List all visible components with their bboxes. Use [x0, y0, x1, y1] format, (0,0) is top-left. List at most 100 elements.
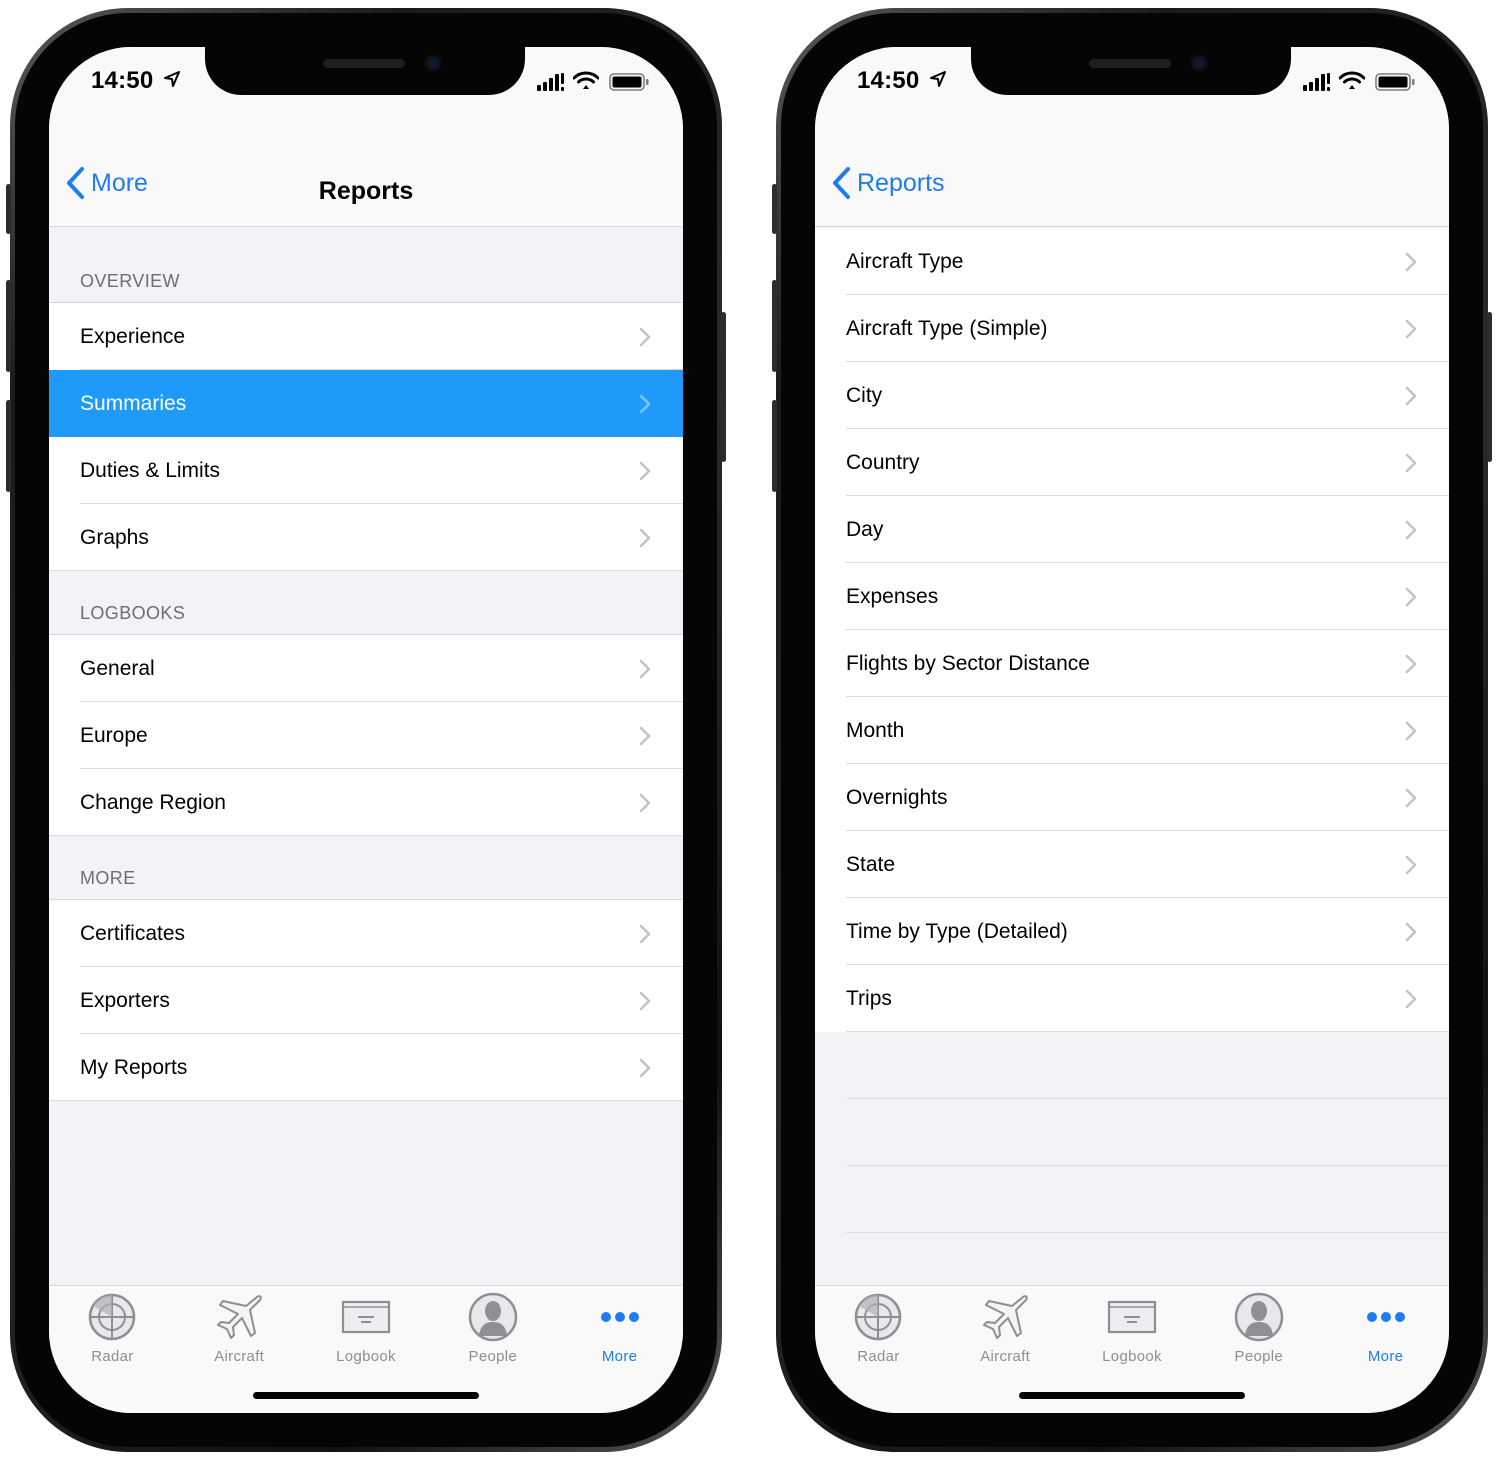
chevron-right-icon	[639, 793, 651, 813]
chevron-right-icon	[639, 659, 651, 679]
chevron-right-icon	[1405, 386, 1417, 406]
chevron-right-icon	[639, 327, 651, 347]
list-item-state[interactable]: State	[815, 831, 1449, 898]
list-item-experience[interactable]: Experience	[49, 303, 683, 370]
chevron-right-icon	[1405, 587, 1417, 607]
power-button	[721, 312, 726, 462]
chevron-right-icon	[1405, 989, 1417, 1009]
tab-label-radar: Radar	[91, 1348, 134, 1365]
notch	[205, 47, 525, 95]
phone-bezel: 14:50 Reports Aircraft Type Aircraft Typ…	[781, 13, 1483, 1447]
home-indicator[interactable]	[1019, 1392, 1245, 1399]
chevron-right-icon	[1405, 654, 1417, 674]
chevron-right-icon	[1405, 319, 1417, 339]
back-button[interactable]: Reports	[831, 161, 945, 205]
more-dots-icon	[1359, 1292, 1413, 1342]
person-icon	[466, 1292, 520, 1342]
list-item-label: Month	[846, 718, 905, 742]
chevron-right-icon	[639, 726, 651, 746]
phone-bezel: 14:50 More Reports OVERVIEW Experience S…	[15, 13, 717, 1447]
radar-icon	[851, 1292, 905, 1342]
list-item-expenses[interactable]: Expenses	[815, 563, 1449, 630]
list-item-label: State	[846, 852, 896, 876]
list-item-graphs[interactable]: Graphs	[49, 504, 683, 571]
battery-icon	[609, 73, 649, 91]
tab-radar[interactable]: Radar	[49, 1286, 176, 1413]
list-item-country[interactable]: Country	[815, 429, 1449, 496]
list-item-label: Europe	[80, 723, 148, 747]
back-button-label: Reports	[857, 168, 945, 197]
list-item-europe[interactable]: Europe	[49, 702, 683, 769]
list-item-label: Overnights	[846, 785, 948, 809]
tab-more[interactable]: More	[1322, 1286, 1449, 1413]
power-button	[1487, 312, 1492, 462]
list-item-my-reports[interactable]: My Reports	[49, 1034, 683, 1101]
tab-label-radar: Radar	[857, 1348, 900, 1365]
cellular-signal-icon	[537, 73, 564, 91]
list-item-label: My Reports	[80, 1055, 188, 1079]
list-item-trips[interactable]: Trips	[815, 965, 1449, 1032]
list-item-label: Graphs	[80, 525, 149, 549]
tab-label-people: People	[1234, 1348, 1284, 1365]
mute-switch	[772, 184, 777, 234]
wifi-icon	[1339, 71, 1365, 89]
tab-radar[interactable]: Radar	[815, 1286, 942, 1413]
chevron-right-icon	[1405, 721, 1417, 741]
list-item-general[interactable]: General	[49, 635, 683, 702]
volume-up-button	[772, 280, 777, 372]
chevron-right-icon	[639, 924, 651, 944]
home-indicator[interactable]	[253, 1392, 479, 1399]
chevron-right-icon	[639, 394, 651, 414]
radar-icon	[85, 1292, 139, 1342]
list-item-city[interactable]: City	[815, 362, 1449, 429]
list-item-change-region[interactable]: Change Region	[49, 769, 683, 836]
list-item-flights-by-sector-distance[interactable]: Flights by Sector Distance	[815, 630, 1449, 697]
list-item-day[interactable]: Day	[815, 496, 1449, 563]
section-header-more: MORE	[49, 836, 683, 900]
empty-list-row	[815, 1099, 1449, 1166]
right-screen: 14:50 Reports Aircraft Type Aircraft Typ…	[815, 47, 1449, 1413]
empty-list-row	[815, 1166, 1449, 1233]
left-screen: 14:50 More Reports OVERVIEW Experience S…	[49, 47, 683, 1413]
tab-more[interactable]: More	[556, 1286, 683, 1413]
list-item-label: Aircraft Type	[846, 249, 964, 273]
navigation-bar: Reports	[815, 139, 1449, 227]
speaker-grille	[1089, 59, 1171, 68]
status-time: 14:50	[857, 67, 920, 94]
list-item-certificates[interactable]: Certificates	[49, 900, 683, 967]
list-item-summaries[interactable]: Summaries	[49, 370, 683, 437]
list-item-aircraft-type[interactable]: Aircraft Type	[815, 228, 1449, 295]
chevron-right-icon	[639, 461, 651, 481]
list-item-label: Experience	[80, 324, 186, 348]
list-item-label: Change Region	[80, 790, 226, 814]
logbook-icon	[1105, 1292, 1159, 1342]
chevron-right-icon	[639, 1058, 651, 1078]
list-item-aircraft-type-simple[interactable]: Aircraft Type (Simple)	[815, 295, 1449, 362]
list-item-overnights[interactable]: Overnights	[815, 764, 1449, 831]
volume-up-button	[6, 280, 11, 372]
cellular-signal-icon	[1303, 73, 1330, 91]
section-header-logbooks: LOGBOOKS	[49, 571, 683, 635]
list-item-label: Summaries	[80, 391, 187, 415]
chevron-right-icon	[1405, 788, 1417, 808]
list-item-month[interactable]: Month	[815, 697, 1449, 764]
chevron-right-icon	[1405, 453, 1417, 473]
tab-label-more: More	[601, 1348, 638, 1365]
list-item-duties-limits[interactable]: Duties & Limits	[49, 437, 683, 504]
list-item-exporters[interactable]: Exporters	[49, 967, 683, 1034]
list-item-label: City	[846, 383, 883, 407]
airplane-icon	[978, 1292, 1032, 1342]
page-title: Reports	[318, 177, 414, 205]
person-icon	[1232, 1292, 1286, 1342]
status-time: 14:50	[91, 67, 154, 94]
wifi-icon	[573, 71, 599, 89]
list-item-time-by-type-detailed[interactable]: Time by Type (Detailed)	[815, 898, 1449, 965]
list-item-label: Exporters	[80, 988, 170, 1012]
summaries-list: Aircraft Type Aircraft Type (Simple) Cit…	[815, 228, 1449, 1300]
list-item-label: Time by Type (Detailed)	[846, 919, 1068, 943]
list-item-label: Certificates	[80, 921, 186, 945]
chevron-right-icon	[639, 991, 651, 1011]
list-item-label: Country	[846, 450, 920, 474]
notch	[971, 47, 1291, 95]
more-dots-icon	[593, 1292, 647, 1342]
